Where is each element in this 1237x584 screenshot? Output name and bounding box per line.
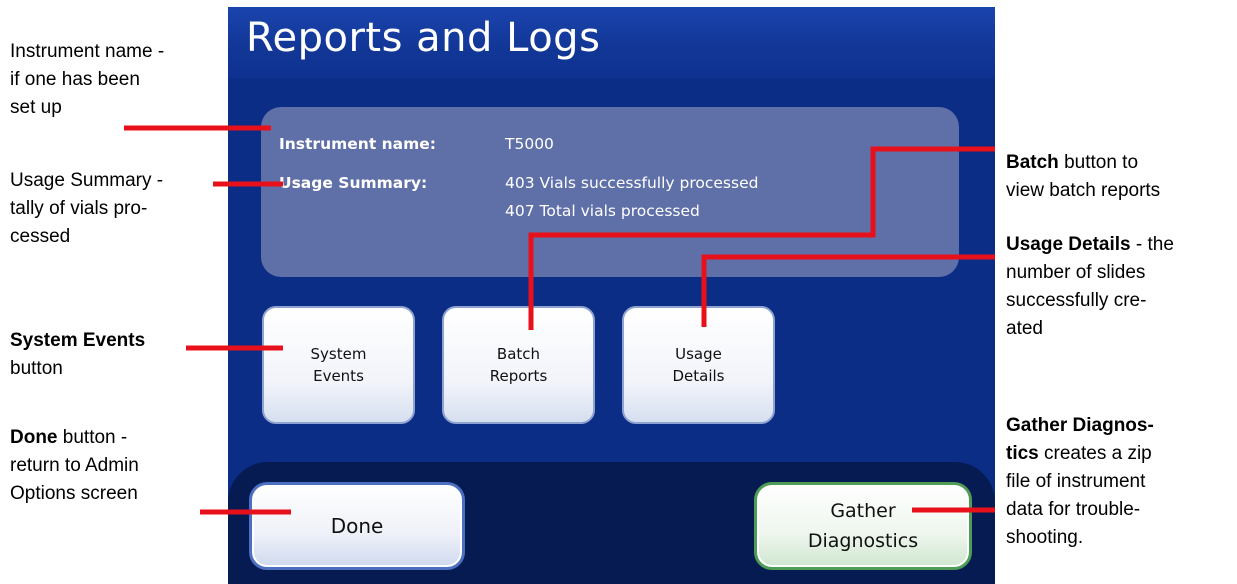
annotation-system-events: System Events button [10,330,146,379]
batch-reports-label: Batch Reports [489,345,548,385]
usage-total-vials: 407 Total vials processed [505,202,700,220]
annotation-usage-summary: Usage Summary - tally of vials pro- cess… [10,170,164,247]
annotation-gather-diagnostics: Gather Diagnos- tics creates a zip file … [1006,415,1154,548]
title-bar: Reports and Logs [228,7,995,79]
instrument-info-panel: Instrument name: T5000 Usage Summary: 40… [261,107,959,277]
annotation-done: Done button - return to Admin Options sc… [10,427,139,504]
usage-summary-label: Usage Summary: [279,174,428,192]
instrument-name-value: T5000 [505,135,554,153]
done-button[interactable]: Done [249,482,465,570]
instrument-name-label: Instrument name: [279,135,436,153]
system-events-label: System Events [310,345,367,385]
gather-diagnostics-button[interactable]: Gather Diagnostics [754,482,972,570]
annotation-batch: Batch button to view batch reports [1006,152,1161,201]
system-events-button[interactable]: System Events [262,306,415,424]
usage-details-label: Usage Details [672,345,725,385]
annotation-usage-details: Usage Details - the number of slides suc… [1006,234,1174,339]
usage-details-button[interactable]: Usage Details [622,306,775,424]
batch-reports-button[interactable]: Batch Reports [442,306,595,424]
page-title: Reports and Logs [246,15,601,61]
usage-successful-vials: 403 Vials successfully processed [505,174,759,192]
gather-diagnostics-label: Gather Diagnostics [807,500,919,552]
reports-and-logs-screen: Reports and Logs Instrument name: T5000 … [228,7,995,584]
done-label: Done [330,514,384,538]
annotation-instrument-name: Instrument name - if one has been set up [10,41,165,118]
